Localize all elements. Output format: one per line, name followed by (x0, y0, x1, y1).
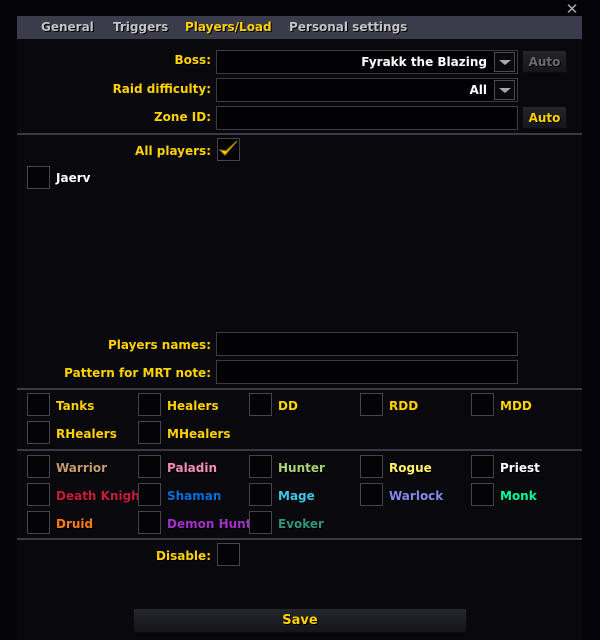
class-label: Evoker (278, 517, 324, 531)
class-checkbox-evoker[interactable] (249, 511, 272, 534)
role-checkbox-dd[interactable] (249, 393, 272, 416)
divider (17, 538, 582, 540)
checkmark-icon (218, 140, 238, 156)
chevron-down-icon[interactable] (494, 52, 515, 72)
player-name: Jaerv (56, 171, 91, 185)
boss-label: Boss: (174, 53, 211, 67)
role-checkbox-mdd[interactable] (471, 393, 494, 416)
class-label: Warlock (389, 489, 444, 503)
save-button[interactable]: Save (133, 608, 467, 633)
zone-id-label: Zone ID: (153, 110, 211, 124)
boss-value: Fyrakk the Blazing (361, 55, 487, 69)
tab-bar: General Triggers Players/Load Personal s… (17, 16, 582, 39)
divider (17, 388, 582, 390)
class-checkbox-druid[interactable] (27, 511, 50, 534)
role-checkbox-rhealers[interactable] (27, 421, 50, 444)
class-label: Death Knight (56, 489, 146, 503)
class-checkbox-paladin[interactable] (138, 455, 161, 478)
class-label: Druid (56, 517, 94, 531)
class-checkbox-monk[interactable] (471, 483, 494, 506)
raid-difficulty-label: Raid difficulty: (112, 82, 211, 96)
boss-dropdown[interactable]: Fyrakk the Blazing (216, 50, 518, 74)
close-icon[interactable]: ✕ (563, 1, 581, 17)
class-checkbox-priest[interactable] (471, 455, 494, 478)
class-label: Shaman (167, 489, 222, 503)
role-label: DD (278, 399, 298, 413)
player-checkbox[interactable] (27, 166, 50, 189)
raid-difficulty-value: All (469, 83, 487, 97)
class-checkbox-demon-hunter[interactable] (138, 511, 161, 534)
class-label: Rogue (389, 461, 432, 475)
players-names-label: Players names: (107, 338, 211, 352)
divider (17, 133, 582, 135)
disable-label: Disable: (156, 549, 211, 563)
role-checkbox-tanks[interactable] (27, 393, 50, 416)
tab-general[interactable]: General (41, 16, 94, 39)
class-checkbox-rogue[interactable] (360, 455, 383, 478)
role-label: RDD (389, 399, 419, 413)
players-names-input[interactable] (216, 332, 518, 356)
raid-difficulty-dropdown[interactable]: All (216, 78, 518, 102)
class-checkbox-mage[interactable] (249, 483, 272, 506)
class-checkbox-warrior[interactable] (27, 455, 50, 478)
role-label: Tanks (56, 399, 95, 413)
zone-auto-button[interactable]: Auto (522, 106, 567, 129)
class-label: Paladin (167, 461, 218, 475)
role-checkbox-rdd[interactable] (360, 393, 383, 416)
class-checkbox-hunter[interactable] (249, 455, 272, 478)
role-label: MHealers (167, 427, 231, 441)
disable-checkbox[interactable] (217, 543, 240, 566)
all-players-label: All players: (135, 144, 211, 158)
class-label: Hunter (278, 461, 325, 475)
zone-id-input[interactable] (216, 106, 518, 130)
class-label: Priest (500, 461, 540, 475)
role-checkbox-mhealers[interactable] (138, 421, 161, 444)
role-checkbox-healers[interactable] (138, 393, 161, 416)
tab-personal-settings[interactable]: Personal settings (289, 16, 407, 39)
class-checkbox-death-knight[interactable] (27, 483, 50, 506)
class-label: Mage (278, 489, 315, 503)
chevron-down-icon[interactable] (494, 80, 515, 100)
class-checkbox-shaman[interactable] (138, 483, 161, 506)
tab-players-load[interactable]: Players/Load (185, 16, 272, 39)
tab-triggers[interactable]: Triggers (113, 16, 168, 39)
role-label: RHealers (56, 427, 117, 441)
class-label: Monk (500, 489, 537, 503)
boss-auto-button[interactable]: Auto (522, 50, 567, 73)
mrt-pattern-label: Pattern for MRT note: (64, 366, 211, 380)
role-label: Healers (167, 399, 219, 413)
class-checkbox-warlock[interactable] (360, 483, 383, 506)
all-players-checkbox[interactable] (217, 138, 240, 161)
mrt-pattern-input[interactable] (216, 360, 518, 384)
class-label: Warrior (56, 461, 108, 475)
role-label: MDD (500, 399, 532, 413)
divider (17, 449, 582, 451)
